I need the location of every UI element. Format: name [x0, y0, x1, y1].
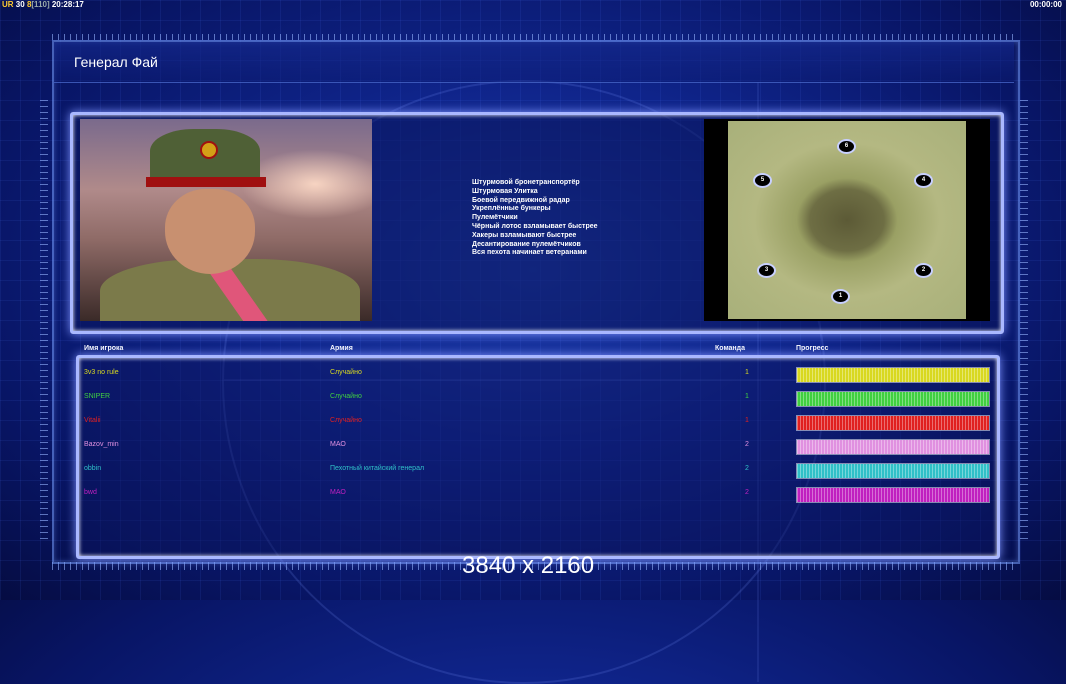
hud-status: UR 30 8[110] 20:28:17	[2, 0, 84, 9]
spawn-marker-2[interactable]: 2	[914, 263, 933, 278]
hud-clock: 20:28:17	[51, 0, 84, 9]
header-team: Команда	[715, 345, 745, 352]
perk-item: Штурмовая Улитка	[472, 187, 538, 195]
spawn-marker-3[interactable]: 3	[757, 263, 776, 278]
perk-item: Чёрный лотос взламывает быстрее	[472, 222, 598, 230]
general-title: Генерал Фай	[74, 54, 158, 70]
header-player: Имя игрока	[84, 345, 124, 352]
table-row: Bazov_min МАО 2	[0, 439, 1066, 455]
player-team: 2	[745, 489, 749, 496]
table-row: Vitalii Случайно 1	[0, 415, 1066, 431]
player-army: Пехотный китайский генерал	[330, 465, 425, 472]
player-name: Vitalii	[84, 417, 101, 424]
player-team: 1	[745, 393, 749, 400]
spawn-marker-5[interactable]: 5	[753, 173, 772, 188]
table-row: obbin Пехотный китайский генерал 2	[0, 463, 1066, 479]
spawn-marker-4[interactable]: 4	[914, 173, 933, 188]
table-row: bwd МАО 2	[0, 487, 1066, 503]
perk-item: Десантирование пулемётчиков	[472, 240, 581, 248]
progress-bar	[796, 439, 990, 455]
perk-item: Хакеры взламывают быстрее	[472, 231, 577, 239]
progress-fill	[797, 416, 989, 430]
progress-bar	[796, 367, 990, 383]
progress-fill	[797, 488, 989, 502]
minimap: 6 5 4 3 2 1	[704, 119, 990, 321]
perk-item: Пулемётчики	[472, 214, 518, 222]
player-team: 2	[745, 441, 749, 448]
general-portrait	[80, 119, 372, 321]
player-team: 2	[745, 465, 749, 472]
perk-item: Штурмовой бронетранспортёр	[472, 179, 580, 186]
cap-badge-icon	[200, 141, 218, 159]
player-army: Случайно	[330, 417, 362, 424]
spawn-marker-6[interactable]: 6	[837, 139, 856, 154]
player-name: bwd	[84, 489, 97, 496]
minimap-terrain: 6 5 4 3 2 1	[728, 121, 966, 319]
title-bar	[54, 42, 1014, 83]
progress-bar	[796, 415, 990, 431]
progress-fill	[797, 368, 989, 382]
player-army: МАО	[330, 489, 346, 496]
players-table-panel	[76, 355, 1000, 559]
hud-value-c: [110]	[31, 0, 50, 9]
player-name: obbin	[84, 465, 102, 472]
portrait-cap-band	[146, 177, 266, 187]
header-progress: Прогресс	[796, 345, 829, 352]
progress-bar	[796, 463, 990, 479]
player-army: Случайно	[330, 393, 362, 400]
player-name: Bazov_min	[84, 441, 119, 448]
progress-bar	[796, 391, 990, 407]
player-team: 1	[745, 369, 749, 376]
hud-timer: 00:00:00	[1029, 0, 1062, 9]
table-row: SNIPER Случайно 1	[0, 391, 1066, 407]
header-army: Армия	[330, 345, 353, 352]
hud-prefix: UR	[2, 0, 14, 9]
perk-item: Вся пехота начинает ветеранами	[472, 249, 587, 257]
hud-value-a: 30	[15, 0, 25, 9]
player-army: Случайно	[330, 369, 362, 376]
progress-fill	[797, 392, 989, 406]
player-team: 1	[745, 417, 749, 424]
progress-fill	[797, 464, 989, 478]
general-perks-list: Штурмовой бронетранспортёр Штурмовая Ули…	[472, 179, 598, 258]
progress-fill	[797, 440, 989, 454]
progress-bar	[796, 487, 990, 503]
portrait-face	[165, 189, 255, 274]
player-name: SNIPER	[84, 393, 111, 400]
perk-item: Укреплённые бункеры	[472, 205, 551, 213]
table-row: 3v3 no rule Случайно 1	[0, 367, 1066, 383]
spawn-marker-1[interactable]: 1	[831, 289, 850, 304]
player-army: МАО	[330, 441, 346, 448]
resolution-watermark: 3840 x 2160	[462, 552, 595, 579]
player-name: 3v3 no rule	[84, 369, 119, 376]
